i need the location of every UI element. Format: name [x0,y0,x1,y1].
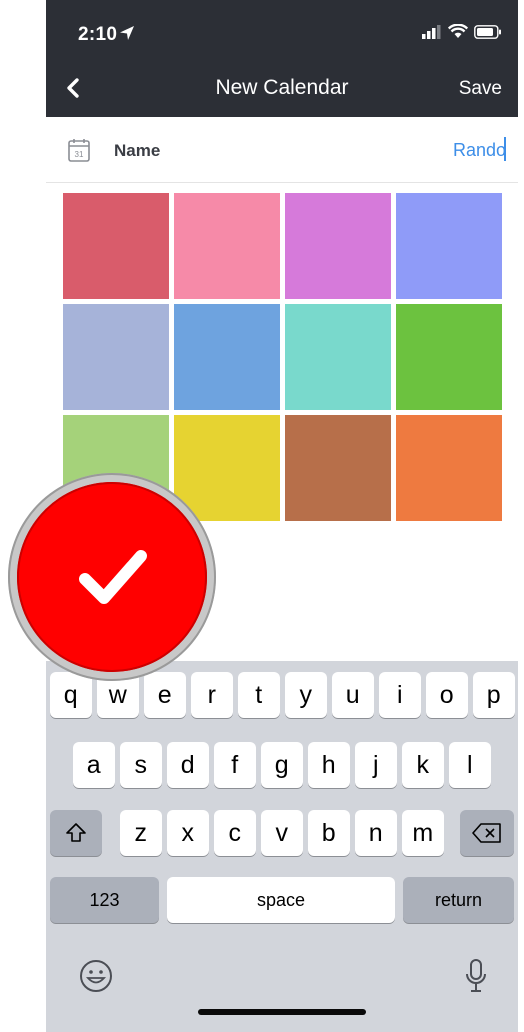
numbers-key[interactable]: 123 [50,877,159,923]
emoji-icon[interactable] [79,959,113,993]
text-cursor [504,137,506,161]
microphone-icon[interactable] [464,958,488,994]
page-title: New Calendar [215,76,349,99]
name-label: Name [114,141,161,160]
key-i[interactable]: i [379,672,421,718]
location-arrow-icon [120,26,134,40]
key-b[interactable]: b [308,810,350,856]
calendar-icon: 31 [68,139,90,162]
signal-icon [422,24,441,39]
key-z[interactable]: z [120,810,162,856]
status-indicators [422,24,502,39]
key-k[interactable]: k [402,742,444,788]
wifi-icon [448,24,468,38]
color-swatch[interactable] [396,193,502,299]
color-swatch[interactable] [174,415,280,521]
color-swatch[interactable] [174,193,280,299]
status-time: 2:10 [78,24,118,45]
top-bar: 2:10 New Calendar Save [46,0,518,117]
key-p[interactable]: p [473,672,515,718]
key-c[interactable]: c [214,810,256,856]
name-field[interactable] [386,138,506,162]
delete-icon [472,823,501,843]
battery-icon [474,24,501,39]
save-button[interactable]: Save [459,78,502,100]
color-swatch[interactable] [174,304,280,410]
key-r[interactable]: r [191,672,233,718]
success-badge [8,473,216,681]
key-v[interactable]: v [261,810,303,856]
key-o[interactable]: o [426,672,468,718]
name-row: 31 Name [46,117,518,183]
checkmark-icon [79,550,147,604]
success-badge-fill [17,482,207,672]
color-swatch[interactable] [396,415,502,521]
key-n[interactable]: n [355,810,397,856]
key-a[interactable]: a [73,742,115,788]
key-f[interactable]: f [214,742,256,788]
shift-icon [66,823,86,842]
color-swatch[interactable] [63,193,169,299]
key-d[interactable]: d [167,742,209,788]
key-u[interactable]: u [332,672,374,718]
color-swatch[interactable] [285,193,391,299]
color-grid [63,193,502,521]
color-swatch[interactable] [285,415,391,521]
delete-key[interactable] [460,810,514,856]
key-y[interactable]: y [285,672,327,718]
key-j[interactable]: j [355,742,397,788]
key-g[interactable]: g [261,742,303,788]
home-indicator [198,1009,366,1015]
space-key[interactable]: space [167,877,395,923]
key-e[interactable]: e [144,672,186,718]
color-swatch[interactable] [285,304,391,410]
color-swatch[interactable] [396,304,502,410]
key-s[interactable]: s [120,742,162,788]
color-swatch[interactable] [63,304,169,410]
key-m[interactable]: m [402,810,444,856]
return-key[interactable]: return [403,877,514,923]
key-x[interactable]: x [167,810,209,856]
svg-text:31: 31 [75,150,84,159]
key-q[interactable]: q [50,672,92,718]
keyboard: q w e r t y u i o p a s d f g h j k l z x c v b n m 123 space return [46,661,518,1032]
key-l[interactable]: l [449,742,491,788]
key-h[interactable]: h [308,742,350,788]
key-t[interactable]: t [238,672,280,718]
shift-key[interactable] [50,810,102,856]
